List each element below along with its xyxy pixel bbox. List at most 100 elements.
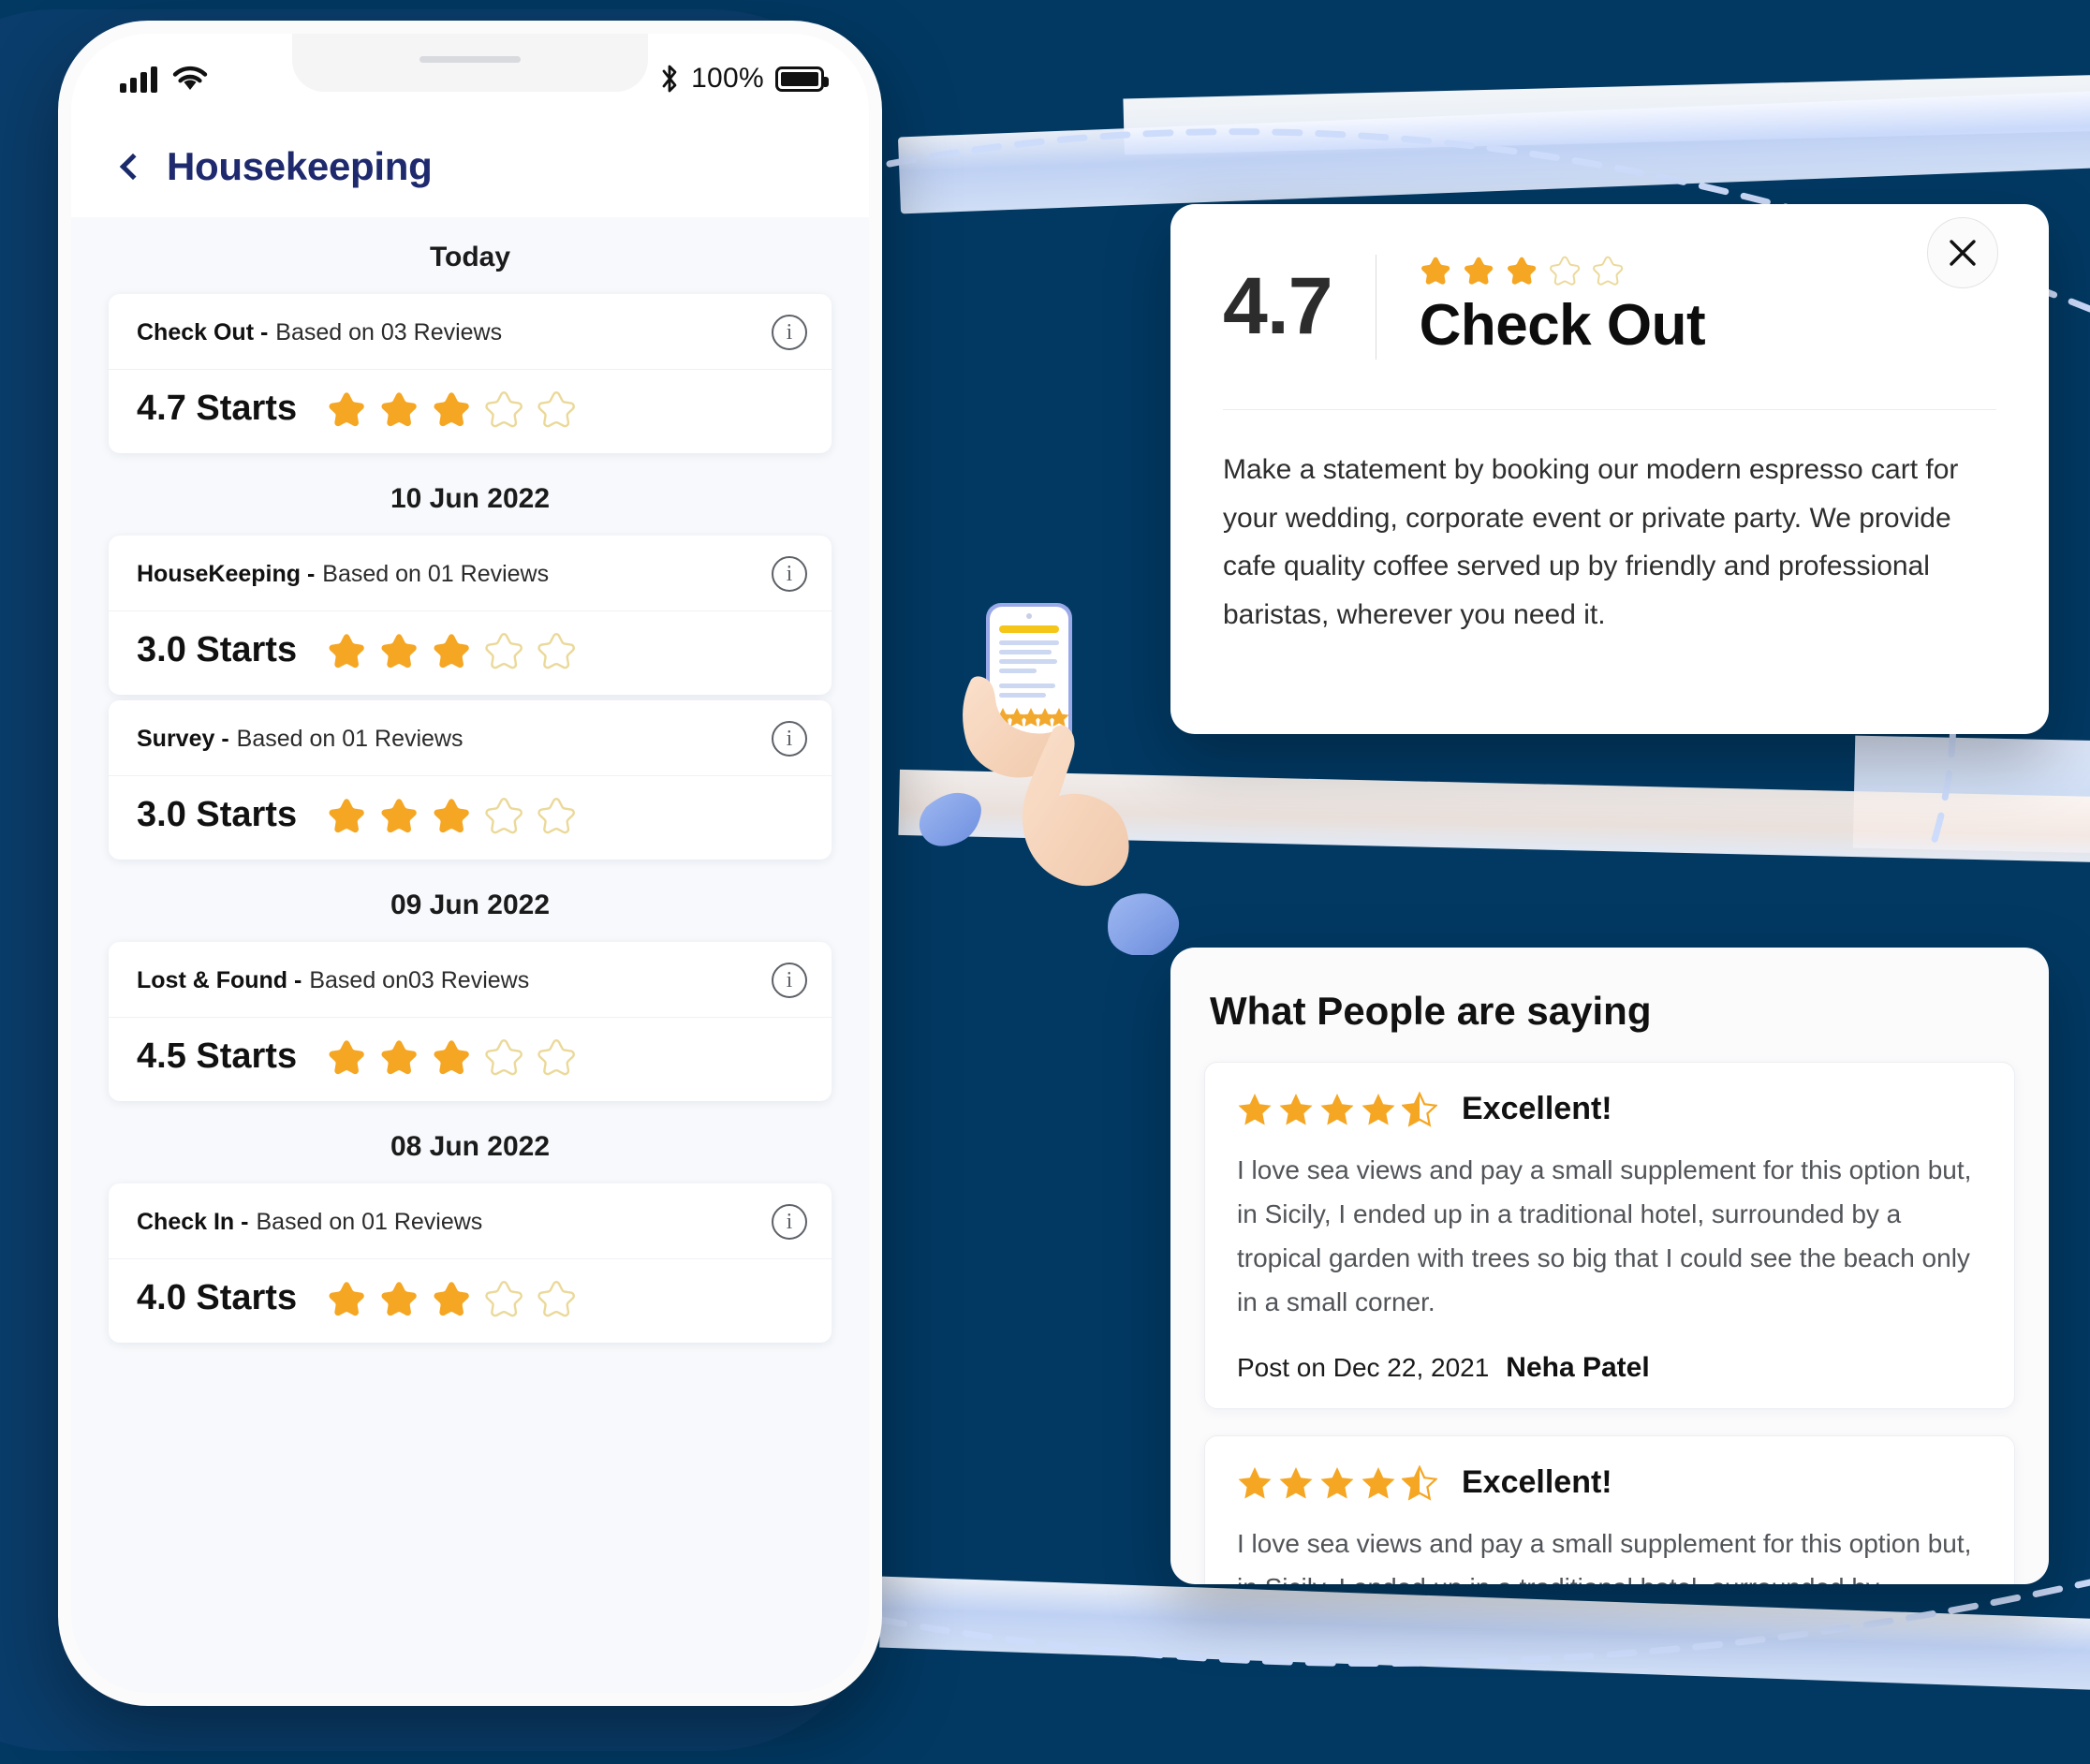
star-empty-icon: [537, 632, 576, 669]
rating-card[interactable]: Check Out - Based on 03 Reviews i 4.7 Start…: [109, 294, 832, 453]
modal-description: Make a statement by booking our modern e…: [1223, 454, 1959, 630]
star-filled-icon: [1279, 1093, 1313, 1125]
star-rating[interactable]: [327, 390, 576, 429]
page-title: Housekeeping: [167, 144, 433, 188]
star-filled-icon: [434, 633, 469, 668]
service-name: Check Out -: [137, 318, 269, 345]
rating-card-score-row: 4.7 Starts: [109, 370, 832, 453]
info-circle-icon[interactable]: i: [772, 315, 807, 350]
rating-card-header: Check In - Based on 01 Reviews i: [109, 1183, 832, 1259]
star-empty-icon: [1592, 256, 1623, 286]
star-filled-icon: [1507, 257, 1536, 285]
star-rating[interactable]: [327, 631, 576, 670]
rating-card[interactable]: Survey - Based on 01 Reviews i 3.0 Starts: [109, 700, 832, 860]
score-label: 3.0 Starts: [137, 630, 298, 669]
rating-card-label: Check Out - Based on 03 Reviews: [137, 319, 502, 346]
review-star-rating: [1237, 1464, 1437, 1501]
star-half-icon: [1402, 1464, 1437, 1501]
bluetooth-icon: [662, 65, 677, 93]
reviews-panel: What People are saying Excellent! I love …: [1170, 948, 2049, 1584]
reviews-count-label: Based on 01 Reviews: [322, 560, 550, 587]
ratings-scroll-area[interactable]: Today Check Out - Based on 03 Reviews i 4.7 …: [71, 217, 869, 1693]
star-filled-icon: [1238, 1466, 1272, 1499]
star-filled-icon: [329, 798, 364, 832]
date-group-header: 10 Jun 2022: [390, 483, 551, 514]
star-empty-icon: [537, 797, 576, 833]
review-footer: Post on Dec 22, 2021 Neha Patel: [1237, 1352, 1982, 1384]
star-filled-icon: [1420, 257, 1450, 285]
phone-app-bar: Housekeeping: [71, 124, 869, 217]
phone-mockup: 100% Housekeeping Today Check Out - Based …: [58, 21, 882, 1706]
modal-score-value: 4.7: [1223, 261, 1333, 351]
rating-card-label: Survey - Based on 01 Reviews: [137, 726, 463, 753]
star-filled-icon: [1320, 1466, 1354, 1499]
date-group-header: 08 Jun 2022: [390, 1131, 551, 1162]
star-filled-icon: [1320, 1093, 1354, 1125]
star-empty-icon: [485, 1038, 523, 1075]
rating-card[interactable]: Lost & Found - Based on03 Reviews i 4.5 Sta…: [109, 942, 832, 1101]
modal-star-rating: [1420, 255, 1706, 287]
review-card: Excellent! I love sea views and pay a sma…: [1204, 1435, 2015, 1584]
modal-title: Check Out: [1419, 293, 1706, 358]
rating-card[interactable]: Check In - Based on 01 Reviews i 4.0 Starts: [109, 1183, 832, 1343]
star-filled-icon: [1361, 1466, 1395, 1499]
star-filled-icon: [381, 391, 417, 426]
hands-holding-phone-rating-illustration: [919, 603, 1179, 955]
review-card: Excellent! I love sea views and pay a sma…: [1204, 1062, 2015, 1410]
rating-card-score-row: 3.0 Starts: [109, 611, 832, 695]
star-filled-icon: [381, 633, 417, 668]
cellular-signal-icon: [120, 66, 157, 93]
star-filled-icon: [381, 798, 417, 832]
date-group-header: 09 Jun 2022: [390, 889, 551, 920]
star-filled-icon: [434, 798, 469, 832]
rating-card-header: Survey - Based on 01 Reviews i: [109, 700, 832, 776]
phone-status-bar: 100%: [71, 34, 869, 124]
star-empty-icon: [485, 1280, 523, 1316]
rating-card-score-row: 3.0 Starts: [109, 776, 832, 860]
rating-card-score-row: 4.0 Starts: [109, 1259, 832, 1343]
star-empty-icon: [537, 1280, 576, 1316]
date-group-header: Today: [429, 242, 511, 272]
reviews-count-label: Based on03 Reviews: [309, 966, 530, 993]
star-rating[interactable]: [327, 1279, 576, 1318]
score-label: 4.0 Starts: [137, 1278, 298, 1317]
service-name: Check In -: [137, 1208, 249, 1235]
star-filled-icon: [329, 633, 364, 668]
score-label: 4.7 Starts: [137, 389, 298, 428]
star-empty-icon: [537, 1038, 576, 1075]
modal-header: 4.7 Check Out: [1223, 204, 1998, 410]
close-x-icon[interactable]: [1927, 217, 1998, 288]
star-filled-icon: [1238, 1093, 1272, 1125]
star-filled-icon: [1361, 1093, 1395, 1125]
star-empty-icon: [485, 390, 523, 427]
rating-card-label: HouseKeeping - Based on 01 Reviews: [137, 561, 549, 588]
review-date: Post on Dec 22, 2021: [1237, 1353, 1490, 1383]
reviews-count-label: Based on 01 Reviews: [256, 1208, 483, 1235]
rating-card[interactable]: HouseKeeping - Based on 01 Reviews i 3.0 St…: [109, 536, 832, 695]
rating-card-header: Check Out - Based on 03 Reviews i: [109, 294, 832, 370]
star-filled-icon: [434, 1039, 469, 1074]
chevron-left-icon[interactable]: [119, 153, 147, 181]
star-filled-icon: [1464, 257, 1493, 285]
review-verdict: Excellent!: [1462, 1091, 1612, 1126]
rating-card-label: Lost & Found - Based on03 Reviews: [137, 967, 529, 994]
info-circle-icon[interactable]: i: [772, 963, 807, 998]
review-author: Neha Patel: [1506, 1352, 1650, 1384]
star-rating[interactable]: [327, 796, 576, 835]
star-rating[interactable]: [327, 1037, 576, 1077]
star-empty-icon: [485, 797, 523, 833]
battery-percent-label: 100%: [691, 63, 764, 94]
star-filled-icon: [434, 1281, 469, 1316]
star-filled-icon: [329, 1281, 364, 1316]
review-body: I love sea views and pay a small supplem…: [1237, 1155, 1972, 1317]
star-filled-icon: [329, 391, 364, 426]
reviews-count-label: Based on 03 Reviews: [275, 318, 503, 345]
info-circle-icon[interactable]: i: [772, 721, 807, 757]
info-circle-icon[interactable]: i: [772, 556, 807, 592]
reviews-count-label: Based on 01 Reviews: [236, 725, 464, 752]
reviews-heading: What People are saying: [1210, 989, 1652, 1033]
rating-card-label: Check In - Based on 01 Reviews: [137, 1209, 482, 1236]
star-empty-icon: [485, 632, 523, 669]
info-circle-icon[interactable]: i: [772, 1204, 807, 1240]
star-filled-icon: [329, 1039, 364, 1074]
